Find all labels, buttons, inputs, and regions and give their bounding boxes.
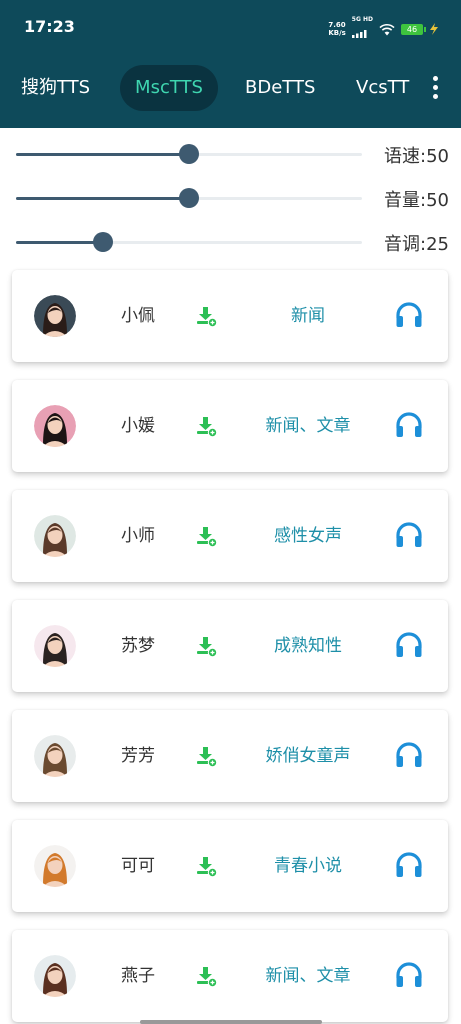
slider-label: 音量:50: [384, 190, 449, 211]
avatar: [34, 625, 76, 667]
slider-fill: [16, 241, 103, 244]
tab-vcs-tts[interactable]: VcsTT: [356, 65, 409, 111]
voice-tags: 新闻、文章: [265, 966, 351, 986]
avatar: [34, 735, 76, 777]
cell-signal: 5G HD: [351, 16, 373, 42]
voice-card[interactable]: 燕子 新闻、文章: [12, 930, 448, 1022]
slider-fill: [16, 153, 189, 156]
download-icon[interactable]: [194, 414, 218, 438]
download-icon[interactable]: [194, 854, 218, 878]
download-icon[interactable]: [194, 634, 218, 658]
slider-track[interactable]: [16, 232, 362, 252]
avatar: [34, 295, 76, 337]
voice-card[interactable]: 苏梦 成熟知性: [12, 600, 448, 692]
voice-name: 苏梦: [121, 636, 155, 656]
headphones-icon[interactable]: [394, 850, 424, 880]
tab-bar: 搜狗TTS MscTTS BDeTTS VcsTT: [0, 48, 461, 128]
slider-label: 音调:25: [384, 234, 449, 255]
download-icon[interactable]: [194, 744, 218, 768]
home-indicator: [140, 1020, 322, 1024]
slider-thumb[interactable]: [179, 144, 199, 164]
slider-label: 语速:50: [384, 146, 449, 167]
voice-tags: 感性女声: [274, 526, 342, 546]
headphones-icon[interactable]: [394, 410, 424, 440]
voice-card[interactable]: 可可 青春小说: [12, 820, 448, 912]
voice-tags: 新闻、文章: [265, 416, 351, 436]
network-speed: 7.60 KB/s: [328, 21, 345, 37]
download-icon[interactable]: [194, 524, 218, 548]
voice-tags: 成熟知性: [274, 636, 342, 656]
slider-row: 语速:50: [0, 139, 461, 169]
slider-track[interactable]: [16, 188, 362, 208]
signal-label: 5G HD: [351, 16, 373, 23]
slider-row: 音调:25: [0, 227, 461, 257]
avatar: [34, 515, 76, 557]
voice-tags: 娇俏女童声: [265, 746, 351, 766]
headphones-icon[interactable]: [394, 960, 424, 990]
voice-name: 可可: [121, 856, 155, 876]
network-speed-value: 7.60: [328, 21, 346, 29]
wifi-icon: [379, 23, 395, 35]
voice-name: 小佩: [121, 306, 155, 326]
download-icon[interactable]: [194, 304, 218, 328]
headphones-icon[interactable]: [394, 520, 424, 550]
signal-bars-icon: [351, 30, 367, 38]
tab-sogou-tts[interactable]: 搜狗TTS: [21, 65, 90, 111]
voice-name: 小师: [121, 526, 155, 546]
voice-name: 芳芳: [121, 746, 155, 766]
avatar: [34, 955, 76, 997]
headphones-icon[interactable]: [394, 630, 424, 660]
status-time: 17:23: [24, 17, 75, 36]
slider-fill: [16, 197, 189, 200]
voice-card[interactable]: 小师 感性女声: [12, 490, 448, 582]
avatar: [34, 405, 76, 447]
avatar: [34, 845, 76, 887]
network-speed-unit: KB/s: [328, 29, 346, 37]
headphones-icon[interactable]: [394, 300, 424, 330]
voice-card[interactable]: 小佩 新闻: [12, 270, 448, 362]
battery-icon: 46: [401, 23, 426, 35]
voice-name: 小媛: [121, 416, 155, 436]
voice-card[interactable]: 小媛 新闻、文章: [12, 380, 448, 472]
headphones-icon[interactable]: [394, 740, 424, 770]
charging-icon: [430, 23, 438, 35]
tab-bde-tts[interactable]: BDeTTS: [245, 65, 315, 111]
voice-tags: 青春小说: [274, 856, 342, 876]
slider-thumb[interactable]: [179, 188, 199, 208]
download-icon[interactable]: [194, 964, 218, 988]
slider-row: 音量:50: [0, 183, 461, 213]
slider-track[interactable]: [16, 144, 362, 164]
status-icons: 7.60 KB/s 5G HD 46: [328, 16, 439, 42]
more-vert-icon[interactable]: [433, 76, 439, 100]
voice-card[interactable]: 芳芳 娇俏女童声: [12, 710, 448, 802]
slider-thumb[interactable]: [92, 232, 113, 252]
status-bar: 17:23 7.60 KB/s 5G HD 46: [0, 0, 461, 48]
tab-msc-tts[interactable]: MscTTS: [120, 65, 218, 111]
voice-name: 燕子: [121, 966, 155, 986]
voice-tags: 新闻: [291, 306, 325, 326]
